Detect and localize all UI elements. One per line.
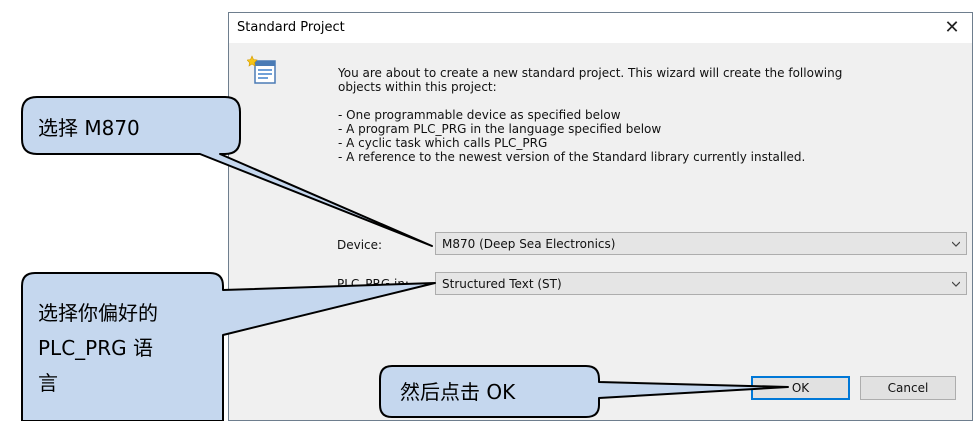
callout-language-text-line1: 选择你偏好的	[38, 301, 158, 325]
callout-language-text-line3: 言	[38, 371, 58, 395]
callout-language-text-line2: PLC_PRG 语	[38, 336, 153, 360]
callout-device-text: 选择 M870	[38, 116, 140, 140]
callout-ok-text: 然后点击 OK	[400, 380, 516, 404]
